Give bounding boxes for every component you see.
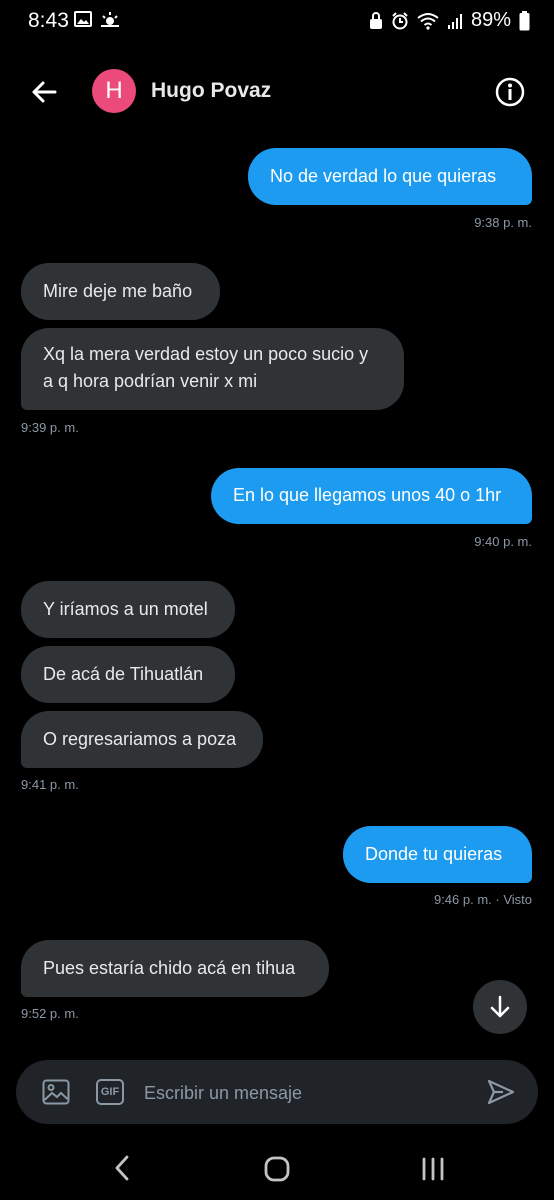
- message-incoming[interactable]: O regresariamos a poza: [21, 711, 263, 768]
- send-icon: [487, 1079, 515, 1105]
- message-incoming[interactable]: Y iríamos a un motel: [21, 581, 235, 638]
- nav-recents-button[interactable]: [420, 1156, 446, 1187]
- gif-button[interactable]: GIF: [96, 1079, 124, 1105]
- message-outgoing[interactable]: En lo que llegamos unos 40 o 1hr: [211, 468, 532, 524]
- message-incoming[interactable]: Mire deje me baño: [21, 263, 220, 320]
- info-button[interactable]: [494, 76, 526, 108]
- message-timestamp: 9:52 p. m.: [21, 1006, 79, 1021]
- contact-name[interactable]: Hugo Povaz: [151, 79, 271, 103]
- status-time: 8:43: [28, 9, 69, 32]
- weather-icon: [101, 12, 119, 27]
- send-button[interactable]: [486, 1077, 516, 1112]
- message-outgoing[interactable]: No de verdad lo que quieras: [248, 148, 532, 205]
- system-navigation-bar: [0, 1140, 554, 1200]
- avatar[interactable]: H: [92, 69, 136, 113]
- alarm-icon: [392, 11, 408, 29]
- info-icon: [495, 77, 525, 107]
- message-timestamp: 9:39 p. m.: [21, 420, 79, 435]
- wifi-icon: [417, 12, 439, 30]
- message-input[interactable]: [142, 1078, 466, 1108]
- message-timestamp: 9:38 p. m.: [474, 215, 532, 230]
- message-timestamp: 9:46 p. m. · Visto: [433, 892, 532, 907]
- message-outgoing[interactable]: Donde tu quieras: [343, 826, 532, 883]
- scroll-to-bottom-button[interactable]: [473, 980, 527, 1034]
- add-image-button[interactable]: [42, 1079, 70, 1110]
- conversation-header: H Hugo Povaz: [0, 60, 554, 124]
- message-composer: GIF: [16, 1060, 538, 1124]
- gallery-icon: [74, 11, 92, 27]
- recents-icon: [422, 1157, 444, 1181]
- nav-back-button[interactable]: [112, 1154, 132, 1187]
- arrow-down-icon: [490, 995, 510, 1018]
- status-bar: 8:43 89%: [0, 0, 554, 44]
- chevron-left-icon: [115, 1155, 129, 1181]
- message-timestamp: 9:40 p. m.: [474, 534, 532, 549]
- message-incoming[interactable]: De acá de Tihuatlán: [21, 646, 235, 703]
- message-incoming[interactable]: Xq la mera verdad estoy un poco sucio y …: [21, 328, 404, 410]
- image-icon: [42, 1079, 70, 1105]
- signal-icon: [447, 13, 462, 29]
- lock-icon: [369, 11, 382, 29]
- battery-icon: [519, 10, 530, 30]
- message-timestamp: 9:41 p. m.: [21, 777, 79, 792]
- arrow-left-icon: [32, 81, 57, 103]
- home-icon: [264, 1156, 290, 1182]
- nav-home-button[interactable]: [264, 1156, 290, 1187]
- battery-percent: 89%: [470, 9, 511, 31]
- back-button[interactable]: [28, 76, 60, 108]
- message-incoming[interactable]: Pues estaría chido acá en tihua: [21, 940, 329, 997]
